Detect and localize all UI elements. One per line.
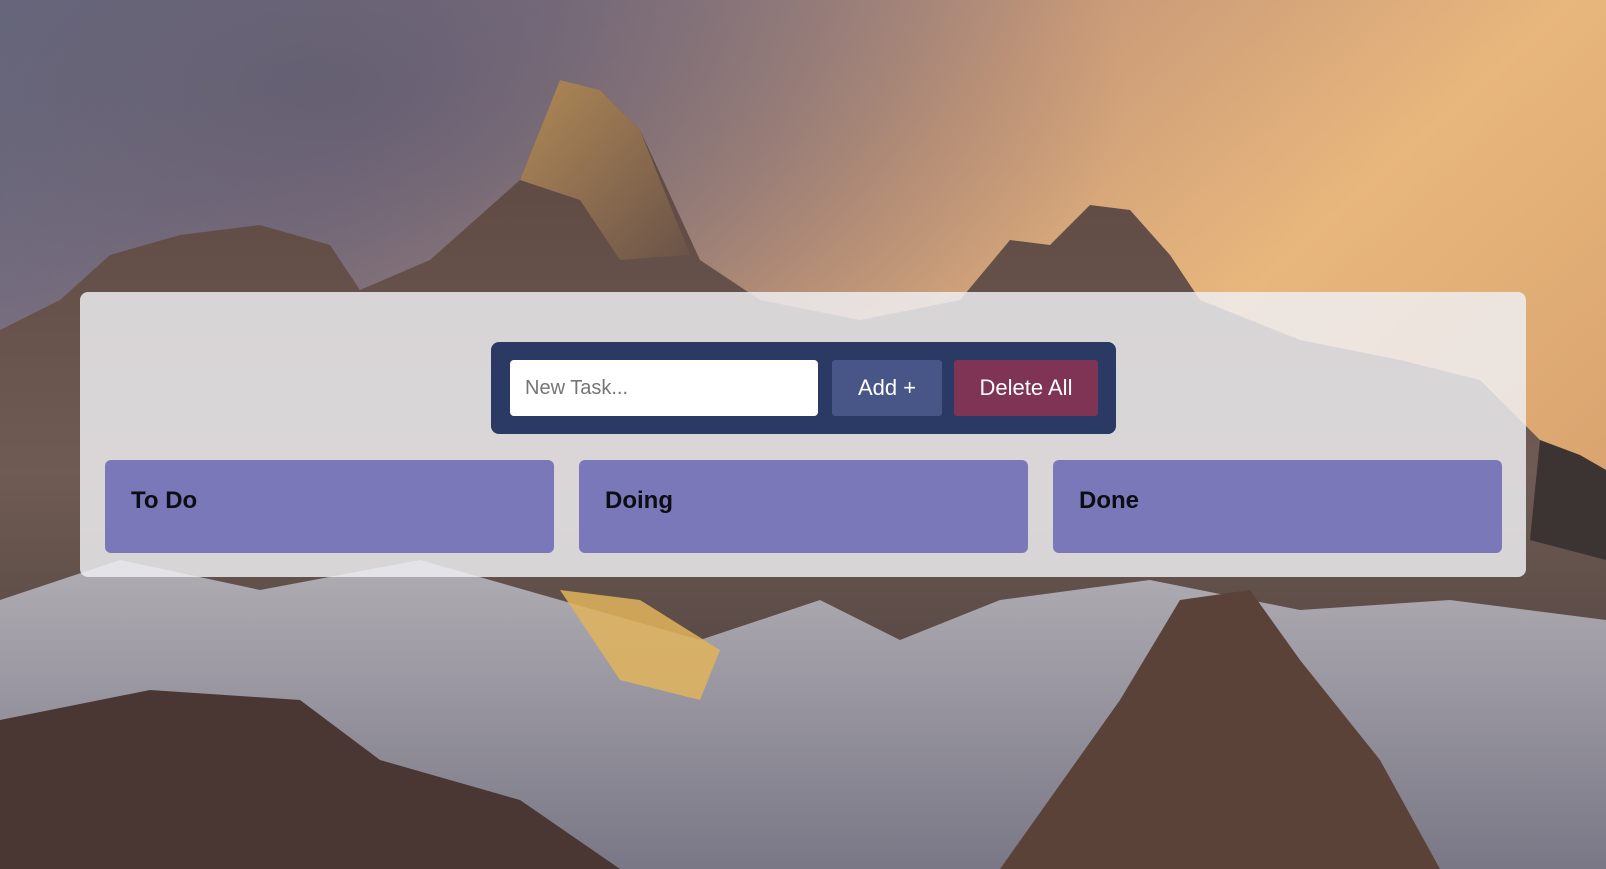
task-controls-bar: Add + Delete All <box>491 342 1116 434</box>
column-title-todo: To Do <box>131 487 198 514</box>
column-doing[interactable]: Doing <box>579 460 1028 553</box>
column-todo[interactable]: To Do <box>105 460 554 553</box>
task-board-panel: Add + Delete All To Do Doing Done <box>80 292 1526 577</box>
column-done[interactable]: Done <box>1053 460 1502 553</box>
delete-all-button[interactable]: Delete All <box>954 360 1098 416</box>
new-task-input[interactable] <box>510 360 818 416</box>
column-title-doing: Doing <box>605 487 673 514</box>
column-title-done: Done <box>1079 487 1139 514</box>
add-task-button[interactable]: Add + <box>832 360 942 416</box>
